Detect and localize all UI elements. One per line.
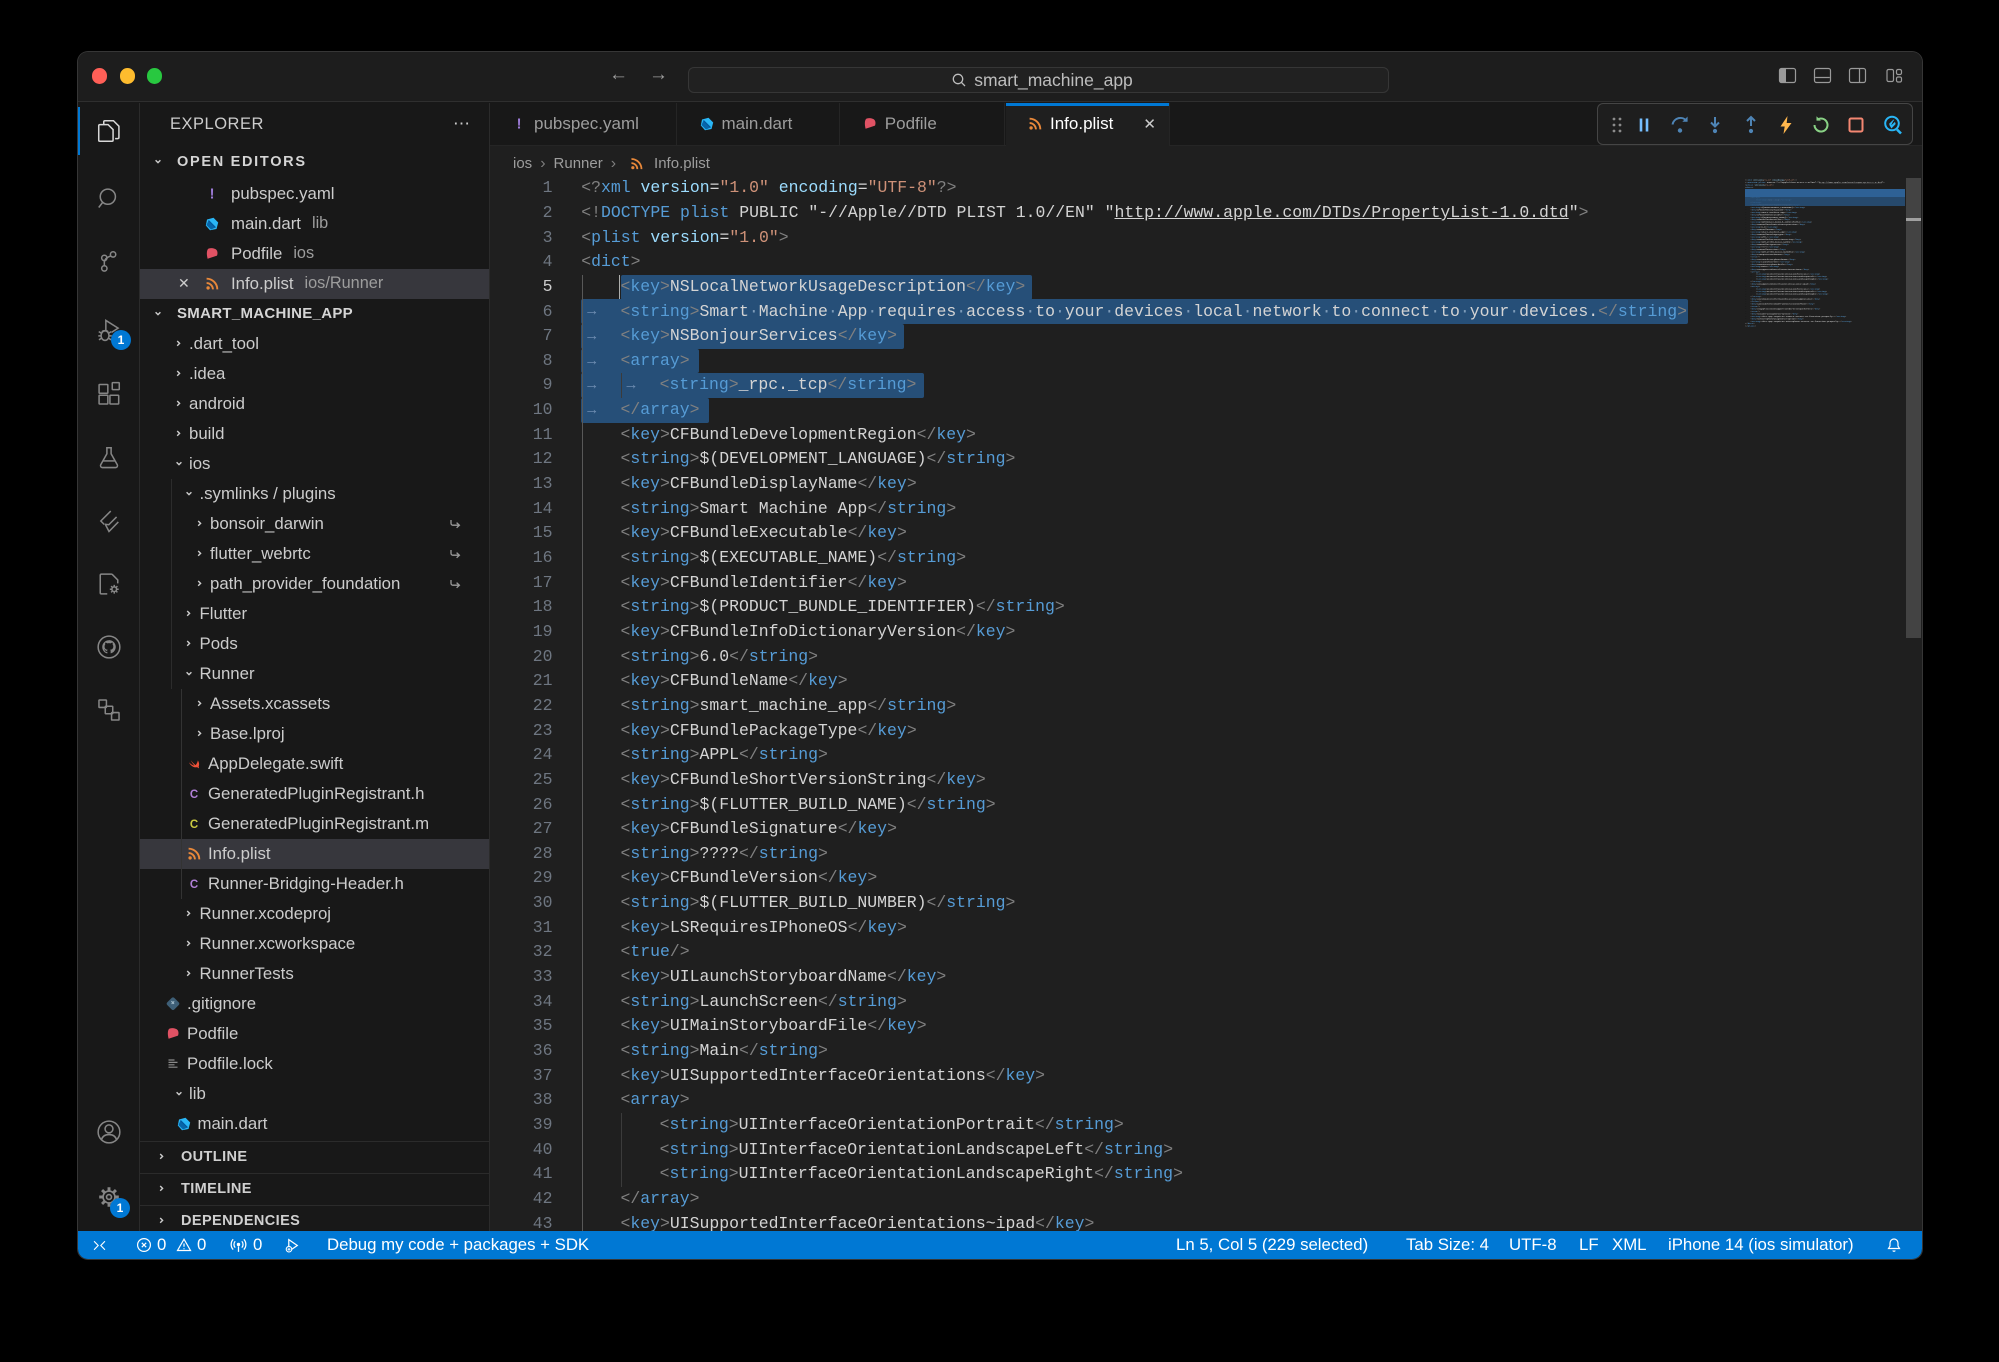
svg-text:!: !: [210, 186, 215, 202]
svg-text:C: C: [190, 789, 198, 801]
svg-text:C: C: [190, 819, 198, 831]
svg-text:C: C: [190, 879, 198, 891]
svg-text:!: !: [517, 117, 522, 133]
